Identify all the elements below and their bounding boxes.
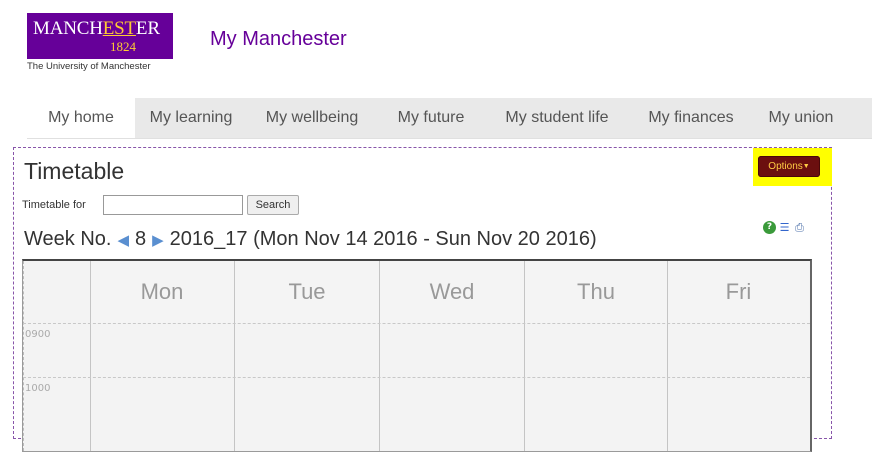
timetable-for-label: Timetable for: [22, 199, 86, 211]
week-number: 8: [135, 228, 147, 250]
column-divider: [234, 261, 235, 451]
help-icon[interactable]: ?: [763, 221, 776, 234]
university-logo[interactable]: MANCHESTER 1824 The University of Manche…: [27, 13, 173, 75]
site-title[interactable]: My Manchester: [210, 28, 347, 51]
column-divider: [667, 261, 668, 451]
nav-tab-my-student-life[interactable]: My student life: [485, 98, 629, 138]
nav-tab-my-home[interactable]: My home: [27, 98, 135, 138]
timetable-portlet: Timetable Options▼ Timetable for Search …: [13, 147, 832, 452]
day-header-wed: Wed: [380, 261, 524, 323]
column-divider: [90, 261, 91, 451]
week-navigator: Week No. ◀ 8 ▶ 2016_17 (Mon Nov 14 2016 …: [24, 228, 597, 251]
options-button[interactable]: Options▼: [758, 156, 820, 177]
nav-tab-my-learning[interactable]: My learning: [135, 98, 247, 138]
print-icon[interactable]: ⎙: [793, 221, 806, 234]
nav-tab-my-union[interactable]: My union: [753, 98, 849, 138]
options-label: Options: [768, 161, 803, 172]
row-divider: [23, 377, 810, 378]
nav-tab-my-finances[interactable]: My finances: [629, 98, 753, 138]
list-view-icon[interactable]: ☰: [778, 221, 791, 234]
nav-tab-my-wellbeing[interactable]: My wellbeing: [247, 98, 377, 138]
week-prefix: Week No.: [24, 228, 112, 250]
search-button[interactable]: Search: [247, 195, 299, 215]
timetable-title: Timetable: [24, 158, 125, 184]
caret-down-icon: ▼: [802, 163, 810, 170]
timetable-grid: Mon Tue Wed Thu Fri 0900 1000: [22, 259, 812, 452]
timetable-tools: ? ☰ ⎙: [763, 221, 806, 237]
time-label-1000: 1000: [25, 383, 51, 394]
day-header-mon: Mon: [90, 261, 234, 323]
week-range: 2016_17 (Mon Nov 14 2016 - Sun Nov 20 20…: [169, 228, 597, 250]
day-header-thu: Thu: [525, 261, 667, 323]
nav-tab-my-future[interactable]: My future: [377, 98, 485, 138]
day-header-tue: Tue: [235, 261, 379, 323]
row-divider: [23, 323, 810, 324]
logo-subtitle: The University of Manchester: [27, 61, 151, 72]
previous-week-arrow-icon[interactable]: ◀: [117, 231, 129, 249]
next-week-arrow-icon[interactable]: ▶: [152, 231, 164, 249]
time-label-0900: 0900: [25, 329, 51, 340]
timetable-for-input[interactable]: [103, 195, 243, 215]
main-nav: My home My learning My wellbeing My futu…: [27, 98, 872, 139]
logo-year: 1824: [110, 39, 136, 54]
day-header-fri: Fri: [668, 261, 809, 323]
time-column: [23, 261, 91, 451]
column-divider: [524, 261, 525, 451]
column-divider: [379, 261, 380, 451]
logo-crest: MANCHESTER 1824: [27, 13, 173, 59]
logo-wordmark: MANCHESTER: [33, 18, 160, 39]
